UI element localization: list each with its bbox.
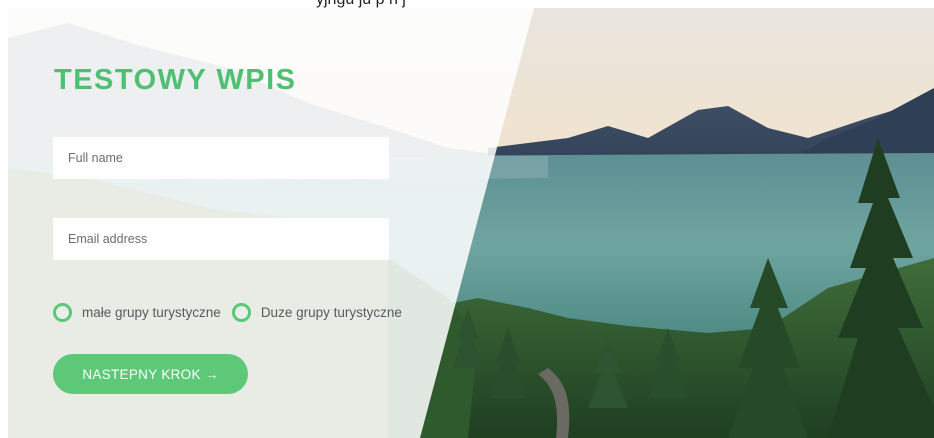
radio-option-large-groups[interactable]: Duze grupy turystyczne (231, 302, 402, 322)
full-name-input[interactable] (53, 137, 389, 179)
top-white-strip: yjngu ju p n j (0, 0, 934, 8)
email-input[interactable] (53, 218, 389, 260)
header-cropped-text: yjngu ju p n j (316, 0, 406, 9)
next-step-label: NASTEPNY KROK → (82, 366, 219, 382)
next-step-button[interactable]: NASTEPNY KROK → (53, 354, 248, 394)
radio-label-small-groups: małe grupy turystyczne (82, 304, 221, 320)
booking-form: TESTOWY WPIS małe grupy turystyczne Duze… (8, 8, 534, 438)
radio-option-small-groups[interactable]: małe grupy turystyczne (53, 302, 221, 322)
group-size-radio-group: małe grupy turystyczne Duze grupy turyst… (53, 298, 402, 326)
form-title: TESTOWY WPIS (54, 64, 297, 96)
tour-booking-form-page: yjngu ju p n j (0, 0, 934, 438)
radio-circle-icon[interactable] (53, 302, 72, 322)
radio-label-large-groups: Duze grupy turystyczne (260, 304, 402, 320)
radio-circle-icon[interactable] (231, 302, 251, 322)
